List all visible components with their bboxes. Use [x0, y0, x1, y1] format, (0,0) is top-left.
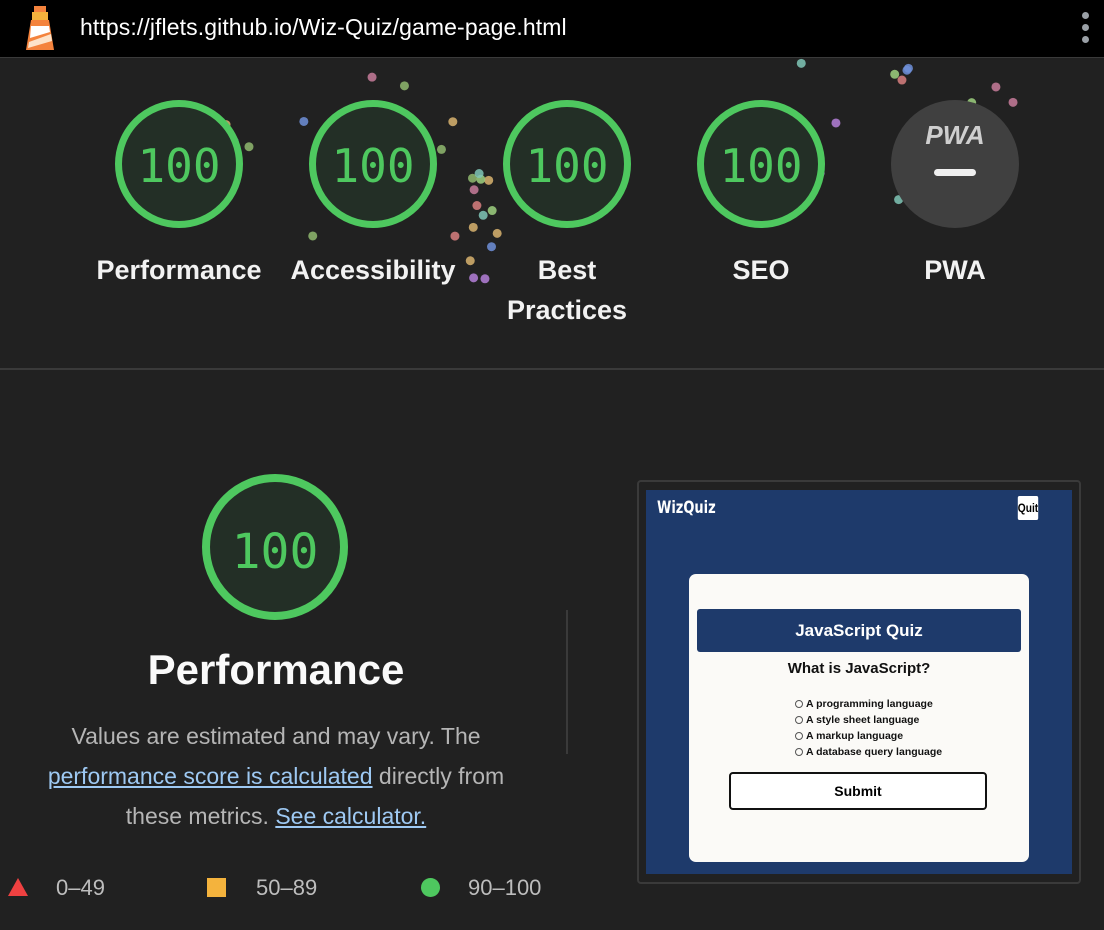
- gauge-ring: 100: [697, 100, 825, 228]
- confetti-dot: [487, 206, 497, 216]
- kebab-menu-icon[interactable]: [1080, 12, 1090, 46]
- option-label: A programming language: [806, 698, 933, 710]
- radio-icon: [795, 716, 803, 725]
- confetti-dot: [903, 63, 913, 73]
- confetti-dot: [478, 210, 488, 220]
- gauge-score: 100: [331, 139, 415, 193]
- confetti-dot: [244, 142, 254, 152]
- confetti-dot: [484, 175, 494, 185]
- confetti-dot: [902, 65, 912, 75]
- category-title: Performance: [147, 646, 405, 693]
- confetti-dot: [492, 228, 502, 238]
- gauge-label: Accessibility: [290, 255, 456, 285]
- gauge-ring: 100: [503, 100, 631, 228]
- gauge-score: 100: [137, 139, 221, 193]
- quiz-title: JavaScript Quiz: [697, 609, 1021, 652]
- gauge-label: Best Practices: [506, 255, 628, 325]
- score-calculated-link[interactable]: performance score is calculated: [48, 763, 373, 789]
- confetti-dot: [436, 144, 446, 154]
- confetti-dot: [1008, 97, 1018, 107]
- quiz-card: JavaScript Quiz What is JavaScript? A pr…: [689, 574, 1029, 862]
- radio-icon: [795, 732, 803, 741]
- fail-triangle-icon: [8, 878, 28, 896]
- section-divider: [0, 368, 1104, 370]
- confetti-dot: [468, 222, 478, 232]
- desc-text: Values are estimated and may vary. The: [71, 723, 481, 749]
- see-calculator-link[interactable]: See calculator.: [275, 803, 426, 829]
- gauge-label: PWA: [924, 255, 986, 285]
- confetti-dot: [474, 169, 484, 179]
- gauge-score: 100: [719, 139, 803, 193]
- option-label: A style sheet language: [806, 714, 920, 726]
- radio-icon: [795, 700, 803, 709]
- lighthouse-icon: [26, 6, 54, 50]
- confetti-dot: [472, 201, 482, 211]
- wizquiz-logo: WizQuiz: [657, 498, 716, 518]
- legend-label: 90–100: [468, 875, 542, 900]
- average-square-icon: [207, 878, 226, 897]
- confetti-dot: [399, 81, 409, 91]
- quiz-option: A programming language: [795, 696, 942, 712]
- quit-button: Quit: [1017, 496, 1039, 520]
- performance-gauge: 100: [202, 474, 348, 620]
- confetti-dot: [991, 82, 1001, 92]
- confetti-dot: [897, 75, 907, 85]
- submit-button: Submit: [729, 772, 987, 810]
- confetti-dot: [796, 58, 806, 68]
- confetti-dot: [450, 231, 460, 241]
- pwa-badge-text: PWA: [925, 120, 985, 150]
- pass-circle-icon: [421, 878, 440, 897]
- confetti-dot: [299, 116, 309, 126]
- quiz-option: A style sheet language: [795, 712, 942, 728]
- confetti-dot: [469, 185, 479, 195]
- quiz-option: A markup language: [795, 728, 942, 744]
- category-description: Values are estimated and may vary. The p…: [20, 716, 532, 836]
- confetti-dot: [890, 69, 900, 79]
- gauge-ring: 100: [309, 100, 437, 228]
- vertical-divider: [566, 610, 568, 754]
- confetti-dot: [308, 231, 318, 241]
- quiz-options: A programming language A style sheet lan…: [795, 696, 942, 760]
- quiz-option: A database query language: [795, 744, 942, 760]
- confetti-dot: [448, 117, 458, 127]
- final-screenshot[interactable]: WizQuiz Quit JavaScript Quiz What is Jav…: [646, 490, 1072, 874]
- option-label: A markup language: [806, 730, 904, 742]
- gauge-score: 100: [525, 139, 609, 193]
- performance-score: 100: [231, 524, 319, 580]
- confetti-dot: [476, 174, 486, 184]
- page-url: https://jflets.github.io/Wiz-Quiz/game-p…: [80, 14, 567, 40]
- legend-label: 0–49: [56, 875, 105, 900]
- quiz-question: What is JavaScript?: [787, 660, 931, 677]
- option-label: A database query language: [806, 746, 943, 758]
- browser-toolbar: https://jflets.github.io/Wiz-Quiz/game-p…: [0, 0, 1104, 58]
- confetti-dot: [467, 173, 477, 183]
- legend-label: 50–89: [256, 875, 318, 900]
- pwa-badge-icon: PWA: [891, 100, 1019, 228]
- gauge-ring: 100: [115, 100, 243, 228]
- radio-icon: [795, 748, 803, 757]
- confetti-dot: [367, 72, 377, 82]
- confetti-dot: [831, 118, 841, 128]
- pwa-dash-icon: [934, 169, 976, 176]
